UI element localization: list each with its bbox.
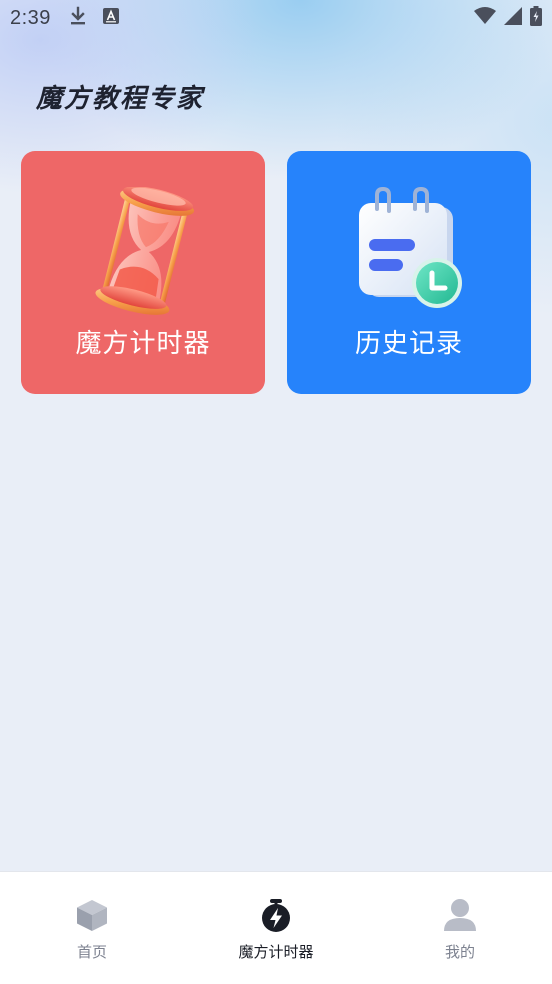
calendar-clock-icon [359,187,462,308]
nav-item-home[interactable]: 首页 [0,872,184,984]
user-icon [444,899,476,931]
history-card[interactable]: 历史记录 [287,151,531,394]
download-icon [69,6,87,30]
nav-label-timer: 魔方计时器 [238,943,314,961]
cube-timer-card[interactable]: 魔方计时器 [21,151,265,394]
hourglass-icon [95,187,195,315]
page-title: 魔方教程专家 [36,84,205,114]
cube-timer-label: 魔方计时器 [75,329,211,359]
status-time: 2:39 [10,6,51,29]
nav-item-me[interactable]: 我的 [368,872,552,984]
nav-label-home: 首页 [76,943,107,961]
status-system-icons [474,6,542,30]
nav-item-timer[interactable]: 魔方计时器 [184,872,368,984]
cube-icon [77,900,107,931]
stopwatch-icon [262,899,290,932]
nav-label-me: 我的 [444,943,475,961]
font-icon [102,8,119,28]
wifi-icon [474,7,496,29]
status-bar: 2:39 [0,0,552,36]
signal-icon [504,7,522,29]
bottom-nav: 首页 魔方计时器 我的 [0,871,552,984]
status-notification-icons [69,6,119,30]
battery-icon [530,6,542,30]
history-label: 历史记录 [354,329,463,359]
